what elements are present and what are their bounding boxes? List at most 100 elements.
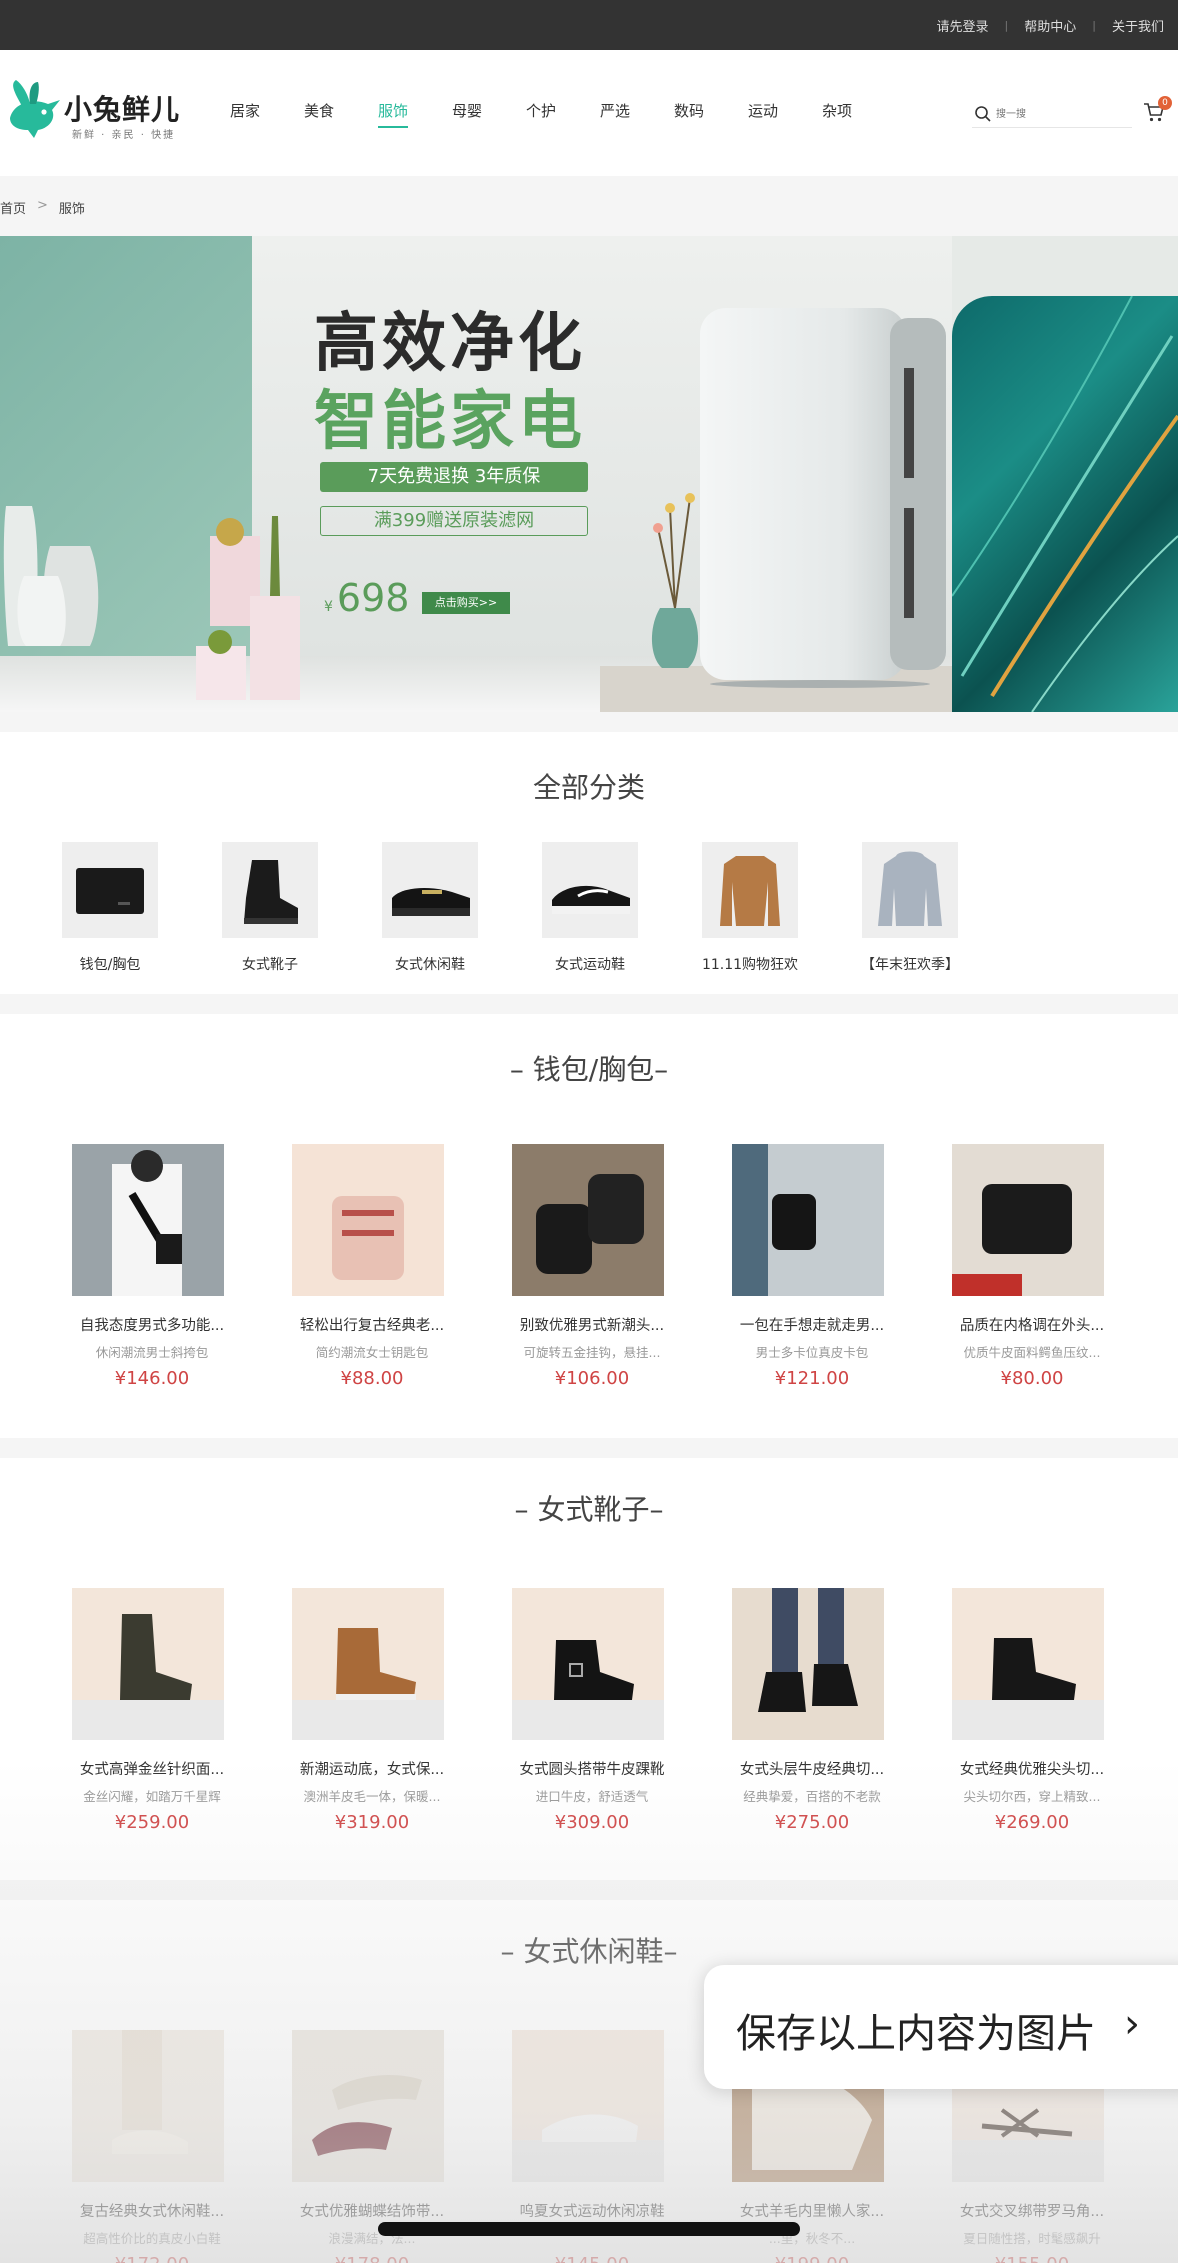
nav-item-misc[interactable]: 杂项 — [822, 100, 896, 121]
all-categories-section: 全部分类 钱包/胸包 女式靴子 女式休闲鞋 女式运动鞋 11.11购物狂欢 【年… — [0, 732, 1178, 994]
product-desc: 夏日随性搭，时髦感飙升 — [963, 2231, 1101, 2246]
product-name: 自我态度男式多功能... — [79, 1318, 225, 1334]
product-image — [512, 2030, 664, 2182]
product-desc: 金丝闪耀，如踏万千星辉 — [83, 1789, 221, 1804]
product-image — [72, 2030, 224, 2182]
section-boots: – 女式靴子– 女式高弹金丝针织面... 金丝闪耀，如踏万千星辉 ¥259.00… — [0, 1458, 1178, 1888]
nav-item-digital[interactable]: 数码 — [674, 100, 748, 121]
banner-leaf-panel — [951, 295, 1178, 712]
category-thumb — [382, 842, 478, 938]
rabbit-logo-icon — [10, 80, 60, 138]
product-name: 女式优雅蝴蝶结饰带... — [299, 2204, 445, 2220]
banner-price: ¥698 — [324, 576, 409, 620]
top-separator: | — [1092, 18, 1096, 32]
product-image — [952, 1144, 1104, 1296]
category-label: 钱包/胸包 — [79, 957, 141, 973]
nav-item-personal-care[interactable]: 个护 — [526, 100, 600, 121]
home-indicator[interactable] — [378, 2222, 800, 2236]
section-title: – 钱包/胸包– — [509, 1053, 669, 1086]
save-as-image-button[interactable]: 保存以上内容为图片 › — [704, 1965, 1178, 2089]
product-list: 女式高弹金丝针织面... 金丝闪耀，如踏万千星辉 ¥259.00 新潮运动底，女… — [52, 1588, 1132, 1858]
category-label: 女式休闲鞋 — [395, 957, 465, 973]
section-title: – 女式靴子– — [514, 1493, 664, 1526]
help-center-link[interactable]: 帮助中心 — [1024, 16, 1076, 35]
category-item-women-sneakers[interactable]: 女式运动鞋 — [510, 842, 670, 974]
product-desc: 休闲潮流男士斜挎包 — [95, 1345, 209, 1360]
product-desc: 超高性价比的真皮小白鞋 — [83, 2231, 221, 2246]
category-item-double11[interactable]: 11.11购物狂欢 — [670, 842, 830, 974]
product-image — [292, 1588, 444, 1740]
nav-item-selected[interactable]: 严选 — [600, 100, 674, 121]
banner-buy-button[interactable]: 点击购买>> — [422, 592, 510, 614]
promo-banner[interactable]: 高效净化 智能家电 7天免费退换 3年质保 满399赠送原装滤网 ¥698 点击… — [0, 236, 1178, 712]
product-price: ¥199.00 — [712, 2254, 912, 2263]
category-label: 女式运动鞋 — [555, 957, 625, 973]
search-icon[interactable] — [974, 105, 992, 123]
product-name: 女式圆头搭带牛皮踝靴 — [519, 1762, 665, 1778]
logo-slogan: 新鲜 · 亲民 · 快捷 — [72, 130, 176, 141]
login-link[interactable]: 请先登录 — [937, 16, 989, 35]
section-title: – 女式休闲鞋– — [500, 1935, 678, 1968]
search-input[interactable] — [996, 104, 1126, 124]
category-item-women-boots[interactable]: 女式靴子 — [190, 842, 350, 974]
product-name: 呜夏女式运动休闲凉鞋 — [519, 2204, 665, 2220]
wallet-icon — [76, 868, 144, 914]
product-desc: 经典挚爱，百搭的不老款 — [743, 1789, 881, 1804]
top-bar: 请先登录 | 帮助中心 | 关于我们 — [0, 0, 1178, 50]
product-name: 女式头层牛皮经典切... — [739, 1762, 885, 1778]
product-image — [512, 1588, 664, 1740]
sweater-icon — [720, 856, 780, 926]
breadcrumb-home[interactable]: 首页 — [0, 198, 26, 217]
nav-item-baby[interactable]: 母婴 — [452, 100, 526, 121]
section-wallets: – 钱包/胸包– 自我态度男式多功能... 休闲潮流男士斜挎包 ¥146.00 … — [0, 1014, 1178, 1454]
search-box[interactable] — [972, 102, 1132, 128]
product-price: ¥259.00 — [114, 1812, 190, 1833]
logo[interactable]: 小兔鲜儿 新鲜 · 亲民 · 快捷 — [4, 74, 190, 144]
product-name: 别致优雅男式新潮头... — [519, 1318, 665, 1334]
cart-count-badge: 0 — [1158, 96, 1172, 110]
top-separator: | — [1004, 18, 1009, 32]
product-image — [732, 1588, 884, 1740]
breadcrumb: 首页 > 服饰 — [0, 198, 85, 217]
vases-decoration-icon — [3, 506, 99, 646]
category-item-women-casual-shoes[interactable]: 女式休闲鞋 — [350, 842, 510, 974]
category-thumb — [862, 842, 958, 938]
breadcrumb-current: 服饰 — [58, 202, 85, 217]
nav-item-home[interactable]: 居家 — [230, 100, 304, 121]
nav-item-food[interactable]: 美食 — [304, 100, 378, 121]
save-as-image-label: 保存以上内容为图片 — [736, 2011, 1096, 2057]
nav-item-sports[interactable]: 运动 — [748, 100, 822, 121]
divider-band — [0, 712, 1178, 732]
product-desc: 尖头切尔西，穿上精致... — [963, 1789, 1101, 1804]
category-label: 【年末狂欢季】 — [861, 957, 959, 973]
sneaker-icon — [552, 885, 630, 914]
product-image — [292, 1144, 444, 1296]
hoodie-icon — [878, 851, 942, 926]
cart-button[interactable]: 0 — [1142, 96, 1172, 126]
category-thumb — [62, 842, 158, 938]
product-price: ¥309.00 — [554, 1812, 630, 1833]
leaf-pattern-icon — [951, 295, 1178, 712]
product-name: 女式经典优雅尖头切... — [959, 1762, 1105, 1778]
product-image — [952, 1588, 1104, 1740]
product-desc: 男士多卡位真皮卡包 — [755, 1345, 869, 1360]
category-item-year-end[interactable]: 【年末狂欢季】 — [830, 842, 990, 974]
about-us-link[interactable]: 关于我们 — [1112, 16, 1164, 35]
banner-price-value: 698 — [336, 576, 410, 620]
product-price: ¥178.00 — [272, 2254, 472, 2263]
boot-icon — [244, 860, 298, 924]
nav-item-apparel[interactable]: 服饰 — [378, 100, 452, 128]
chevron-right-icon: › — [1124, 2001, 1140, 2047]
air-purifier-icon — [700, 308, 946, 688]
product-price: ¥146.00 — [114, 1368, 190, 1389]
logo-name: 小兔鲜儿 — [64, 93, 181, 126]
product-name: 一包在手想走就走男... — [739, 1318, 885, 1334]
banner-price-symbol: ¥ — [324, 599, 333, 615]
category-item-wallet[interactable]: 钱包/胸包 — [30, 842, 190, 974]
product-price: ¥275.00 — [774, 1812, 850, 1833]
product-image — [292, 2030, 444, 2182]
product-name: 女式交叉绑带罗马角... — [959, 2204, 1105, 2220]
product-desc: 简约潮流女士钥匙包 — [315, 1345, 429, 1360]
category-label: 女式靴子 — [242, 957, 298, 973]
product-price: ¥172.00 — [52, 2254, 252, 2263]
